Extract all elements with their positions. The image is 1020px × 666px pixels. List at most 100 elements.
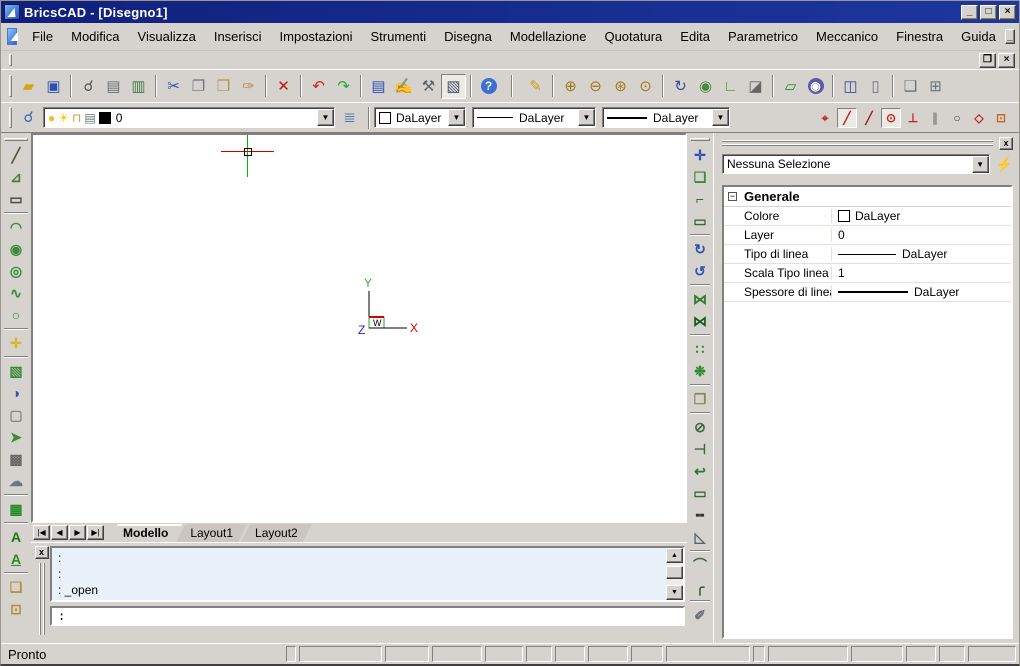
fillet-button[interactable]: ⌒ xyxy=(689,554,712,576)
linetype-combo-dropdown-icon[interactable]: ▼ xyxy=(578,109,595,126)
command-input[interactable]: : xyxy=(50,606,685,626)
real-time-motion-button[interactable]: ↻ xyxy=(668,74,693,99)
menu-disegna[interactable]: Disegna xyxy=(435,25,501,48)
print-preview-button[interactable]: ☌ xyxy=(76,74,101,99)
maximize-button[interactable]: □ xyxy=(980,5,997,20)
command-panel-grip[interactable] xyxy=(39,559,45,639)
snap-center-button[interactable]: ⊙ xyxy=(881,108,901,128)
properties-panel-close-button[interactable]: x xyxy=(999,137,1013,150)
tab-last-button[interactable]: ▶| xyxy=(87,525,104,540)
drawing-explorer-button[interactable]: ▧ xyxy=(441,74,466,99)
linetype-combo[interactable]: DaLayer ▼ xyxy=(472,107,596,128)
array-3d-button[interactable]: ❉ xyxy=(689,360,712,382)
ucs-dialog-button[interactable]: ∟ xyxy=(718,74,743,99)
command-panel-close-button[interactable]: x xyxy=(35,546,49,559)
group-button[interactable]: ❑ xyxy=(898,74,923,99)
child-restore-button[interactable]: ❐ xyxy=(979,53,996,68)
arc-button[interactable]: ◠ xyxy=(5,216,28,238)
minimize-button[interactable]: _ xyxy=(961,5,978,20)
spline-button[interactable]: ∿ xyxy=(5,282,28,304)
child-minimize-button[interactable]: _ xyxy=(1005,29,1015,44)
lineweight-combo[interactable]: DaLayer ▼ xyxy=(602,107,730,128)
insert-block-button[interactable]: ❏ xyxy=(5,576,28,598)
property-value[interactable]: DaLayer xyxy=(832,247,1011,261)
tab-layout2[interactable]: Layout2 xyxy=(241,524,312,542)
toolbar-grip[interactable] xyxy=(690,138,711,141)
circle-button[interactable]: ◉ xyxy=(5,238,28,260)
snap-endpoint-button[interactable]: ╱ xyxy=(837,108,857,128)
menu-parametrico[interactable]: Parametrico xyxy=(719,25,807,48)
copy-button[interactable]: ❐ xyxy=(186,74,211,99)
menu-modellazione[interactable]: Modellazione xyxy=(501,25,596,48)
color-combo[interactable]: DaLayer ▼ xyxy=(374,107,466,128)
solids-button[interactable]: ⊞ xyxy=(923,74,948,99)
tab-next-button[interactable]: ▶ xyxy=(69,525,86,540)
region-button[interactable]: ▢ xyxy=(5,404,28,426)
properties-bar-button[interactable]: ▤ xyxy=(366,74,391,99)
selection-combo-dropdown-icon[interactable]: ▼ xyxy=(972,156,989,173)
print-button[interactable]: ▤ xyxy=(101,74,126,99)
script-recorder-button[interactable]: ✍ xyxy=(391,74,416,99)
point-button[interactable]: ✛ xyxy=(5,332,28,354)
gradient-button[interactable]: ◑ xyxy=(5,382,28,404)
redo-button[interactable]: ↷ xyxy=(331,74,356,99)
blend-button[interactable]: ╭ xyxy=(689,576,712,598)
snap-perpendicular-button[interactable]: ⊥ xyxy=(903,108,923,128)
properties-panel-grip[interactable] xyxy=(722,140,993,146)
snap-quadrant-button[interactable]: ◇ xyxy=(969,108,989,128)
chamfer-button[interactable]: ◺ xyxy=(689,526,712,548)
quick-select-icon[interactable]: ⚡ xyxy=(996,156,1013,173)
offset-button[interactable]: ⌐ xyxy=(689,188,712,210)
color-combo-dropdown-icon[interactable]: ▼ xyxy=(448,109,465,126)
scroll-up-icon[interactable]: ▲ xyxy=(666,548,683,563)
layer-combo-dropdown-icon[interactable]: ▼ xyxy=(317,109,334,126)
ellipse-button[interactable]: ○ xyxy=(5,304,28,326)
tab-layout1[interactable]: Layout1 xyxy=(176,524,247,542)
menu-guida[interactable]: Guida xyxy=(952,25,1005,48)
zoom-extents-button[interactable]: ⊛ xyxy=(608,74,633,99)
donut-button[interactable]: ◎ xyxy=(5,260,28,282)
rectangle-button[interactable]: ▭ xyxy=(5,188,28,210)
zoom-in-button[interactable]: ⊕ xyxy=(558,74,583,99)
new-sheet-button[interactable]: ▯ xyxy=(863,74,888,99)
scrollbar-thumb[interactable] xyxy=(666,566,683,579)
rotate-button[interactable]: ↻ xyxy=(689,238,712,260)
properties-group-header[interactable]: − Generale xyxy=(724,187,1011,207)
hide-button[interactable]: ◪ xyxy=(743,74,768,99)
menu-strumenti[interactable]: Strumenti xyxy=(362,25,436,48)
rotate-copy-button[interactable]: ↺ xyxy=(689,260,712,282)
boundary-button[interactable]: ➤ xyxy=(5,426,28,448)
cut-button[interactable]: ✂ xyxy=(161,74,186,99)
close-polyline-button[interactable]: ↩ xyxy=(689,460,712,482)
paste-button[interactable]: ❒ xyxy=(211,74,236,99)
match-properties-button[interactable]: ✑ xyxy=(236,74,261,99)
snap-midpoint-button[interactable]: ╱ xyxy=(859,108,879,128)
tab-modello[interactable]: Modello xyxy=(109,524,182,542)
text-button[interactable]: A xyxy=(5,526,28,548)
save-button[interactable]: ▣ xyxy=(41,74,66,99)
toolbar-grip[interactable] xyxy=(9,75,12,97)
snap-tangent-button[interactable]: ○ xyxy=(947,108,967,128)
open-polyline-button[interactable]: ▭ xyxy=(689,482,712,504)
help-button[interactable]: ? xyxy=(476,74,501,99)
explode-button[interactable]: ✐ xyxy=(689,604,712,626)
document-icon[interactable] xyxy=(7,28,17,45)
box-button[interactable]: ▱ xyxy=(778,74,803,99)
attribute-button[interactable]: ⊡ xyxy=(5,598,28,620)
layer-combo[interactable]: ●☀⊓▤ 0 ▼ xyxy=(43,107,335,128)
zoom-previous-button[interactable]: ⊙ xyxy=(633,74,658,99)
property-value[interactable]: 1 xyxy=(832,266,1011,280)
mtext-button[interactable]: A xyxy=(5,548,28,570)
tile-windows-button[interactable]: ◫ xyxy=(838,74,863,99)
menu-meccanico[interactable]: Meccanico xyxy=(807,25,887,48)
toolbar-grip[interactable] xyxy=(9,107,12,127)
open-button[interactable]: ▰ xyxy=(16,74,41,99)
menu-impostazioni[interactable]: Impostazioni xyxy=(271,25,362,48)
toolbar-grip[interactable] xyxy=(9,54,12,67)
toolbar-grip[interactable] xyxy=(4,138,28,141)
look-from-button[interactable]: ◉ xyxy=(693,74,718,99)
page-setup-button[interactable]: ▥ xyxy=(126,74,151,99)
menu-edita[interactable]: Edita xyxy=(671,25,719,48)
copy-nested-button[interactable]: ❐ xyxy=(689,388,712,410)
close-button[interactable]: × xyxy=(999,5,1016,20)
